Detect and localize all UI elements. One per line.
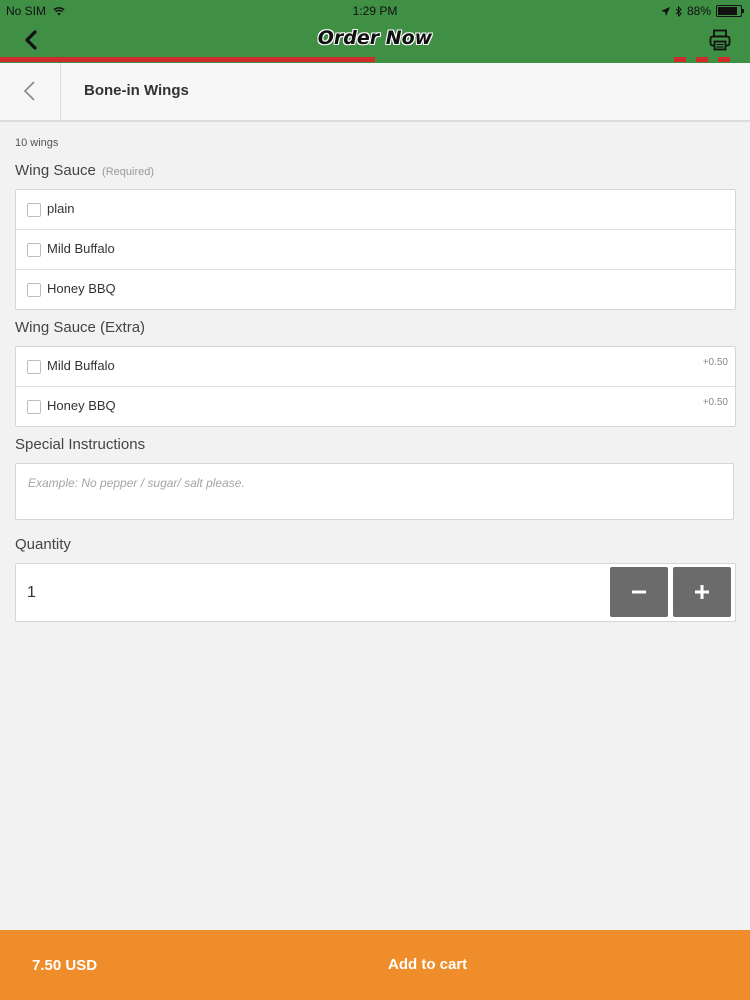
option-extra-mild-buffalo[interactable]: Mild Buffalo +0.50: [16, 347, 735, 387]
app-title: Order Now: [317, 27, 433, 49]
quantity-label: Quantity: [15, 536, 71, 553]
option-price: +0.50: [702, 397, 728, 408]
cart-footer: 7.50 USD Add to cart: [0, 930, 750, 1000]
printer-icon: [709, 29, 731, 51]
increment-button[interactable]: [673, 567, 731, 617]
quantity-input[interactable]: 1: [27, 584, 36, 602]
option-mild-buffalo[interactable]: Mild Buffalo: [16, 230, 735, 270]
wing-sauce-label: Wing Sauce (Required): [15, 162, 154, 179]
back-chevron-icon: [23, 81, 35, 101]
status-right: 88%: [660, 4, 744, 18]
status-bar: No SIM 1:29 PM 88%: [0, 0, 750, 20]
wing-sauce-title: Wing Sauce: [15, 162, 96, 179]
clock: 1:29 PM: [352, 4, 398, 18]
wing-sauce-extra-label: Wing Sauce (Extra): [15, 319, 146, 336]
minus-icon: [632, 590, 646, 594]
option-label: Honey BBQ: [47, 398, 116, 413]
decrement-button[interactable]: [610, 567, 668, 617]
order-progress-bar: [0, 57, 375, 62]
location-arrow-icon: [660, 6, 670, 16]
quantity-stepper: 1: [15, 563, 736, 622]
option-extra-honey-bbq[interactable]: Honey BBQ +0.50: [16, 387, 735, 426]
instructions-placeholder: Example: No pepper / sugar/ salt please.: [28, 476, 245, 490]
progress-dash: [674, 57, 686, 62]
option-price: +0.50: [702, 357, 728, 368]
progress-dash: [696, 57, 708, 62]
add-to-cart-button[interactable]: Add to cart: [388, 956, 467, 973]
special-instructions-field[interactable]: Example: No pepper / sugar/ salt please.: [15, 463, 734, 520]
option-label: plain: [47, 201, 75, 216]
app-header: No SIM 1:29 PM 88% Order Now: [0, 0, 750, 63]
battery-fill: [718, 7, 738, 15]
item-title: Bone-in Wings: [84, 82, 189, 99]
bluetooth-icon: [675, 5, 682, 17]
option-label: Mild Buffalo: [47, 241, 115, 256]
total-price: 7.50 USD: [32, 957, 98, 974]
checkbox[interactable]: [27, 283, 41, 297]
plus-icon: [695, 585, 709, 599]
option-plain[interactable]: plain: [16, 190, 735, 230]
wing-sauce-extra-options: Mild Buffalo +0.50 Honey BBQ +0.50: [15, 346, 736, 427]
wing-sauce-options: plain Mild Buffalo Honey BBQ: [15, 189, 736, 310]
item-header: Bone-in Wings: [0, 63, 750, 122]
checkbox[interactable]: [27, 203, 41, 217]
option-label: Mild Buffalo: [47, 358, 115, 373]
item-back-button[interactable]: [0, 63, 61, 120]
item-subtitle: 10 wings: [15, 137, 59, 149]
special-instructions-label: Special Instructions: [15, 436, 146, 453]
required-note: (Required): [102, 166, 155, 178]
checkbox[interactable]: [27, 360, 41, 374]
progress-dash: [718, 57, 730, 62]
battery-percent: 88%: [686, 4, 711, 18]
option-label: Honey BBQ: [47, 281, 116, 296]
checkbox[interactable]: [27, 243, 41, 257]
option-honey-bbq[interactable]: Honey BBQ: [16, 270, 735, 309]
checkbox[interactable]: [27, 400, 41, 414]
battery-icon: [716, 5, 744, 17]
print-button[interactable]: [708, 28, 732, 52]
